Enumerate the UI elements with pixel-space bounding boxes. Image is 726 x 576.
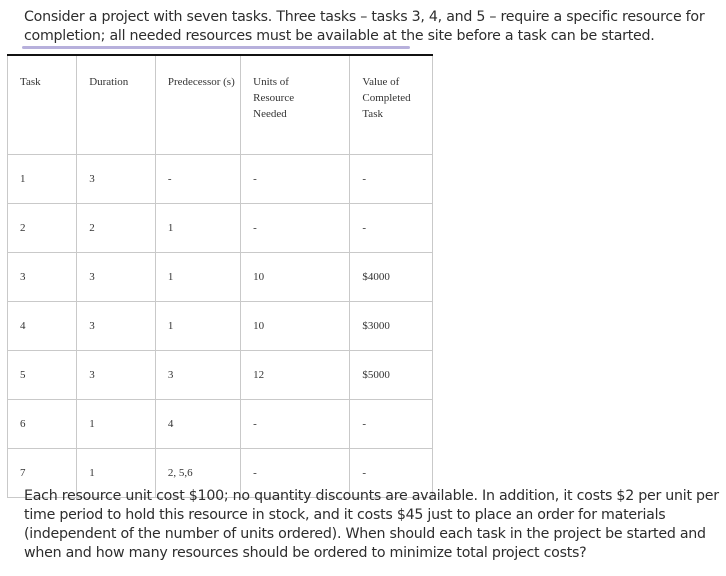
table-row: 3 3 1 10 $4000 xyxy=(6,252,433,302)
task-cell: 5 xyxy=(6,350,78,400)
header-predecessors: Predecessor (s) xyxy=(154,54,242,155)
table-header-row: Task Duration Predecessor (s) Units of R… xyxy=(6,54,433,155)
task-cell: 1 xyxy=(6,154,78,204)
task-table: Task Duration Predecessor (s) Units of R… xyxy=(6,54,433,498)
units-cell: - xyxy=(240,399,351,449)
duration-cell: 3 xyxy=(76,252,156,302)
duration-cell: 1 xyxy=(76,399,156,449)
table-row: 13--- xyxy=(6,154,433,204)
units-cell: 10 xyxy=(240,252,351,302)
header-task: Task xyxy=(6,54,78,155)
value-cell: - xyxy=(349,399,433,449)
task-cell: 4 xyxy=(6,301,78,351)
units-cell: 10 xyxy=(240,301,351,351)
value-cell: - xyxy=(349,154,433,204)
problem-intro: Consider a project with seven tasks. Thr… xyxy=(24,9,705,44)
task-cell: 2 xyxy=(6,203,78,253)
table-row: 614-- xyxy=(6,399,433,449)
duration-cell: 3 xyxy=(76,301,156,351)
value-cell: $3000 xyxy=(349,301,433,351)
units-cell: - xyxy=(240,154,351,204)
value-cell: $5000 xyxy=(349,350,433,400)
table-row: 221-- xyxy=(6,203,433,253)
units-cell: 12 xyxy=(240,350,351,400)
table-row: 5 3 3 12 $5000 xyxy=(6,350,433,400)
duration-cell: 3 xyxy=(76,154,156,204)
value-cell: - xyxy=(349,203,433,253)
predecessor-cell: - xyxy=(154,154,242,204)
header-units-needed: Units of Resource Needed xyxy=(240,54,351,155)
duration-cell: 2 xyxy=(76,203,156,253)
predecessor-cell: 1 xyxy=(154,301,242,351)
value-cell: $4000 xyxy=(349,252,433,302)
header-duration: Duration xyxy=(76,54,156,155)
units-cell: - xyxy=(240,203,351,253)
highlight-underline xyxy=(22,46,410,49)
predecessor-cell: 4 xyxy=(154,399,242,449)
table-row: 4 3 1 10 $3000 xyxy=(6,301,433,351)
predecessor-cell: 1 xyxy=(154,252,242,302)
header-value: Value of Completed Task xyxy=(349,54,433,155)
duration-cell: 3 xyxy=(76,350,156,400)
task-cell: 6 xyxy=(6,399,78,449)
problem-question: Each resource unit cost $100; no quantit… xyxy=(24,488,719,561)
predecessor-cell: 3 xyxy=(154,350,242,400)
task-cell: 3 xyxy=(6,252,78,302)
predecessor-cell: 1 xyxy=(154,203,242,253)
